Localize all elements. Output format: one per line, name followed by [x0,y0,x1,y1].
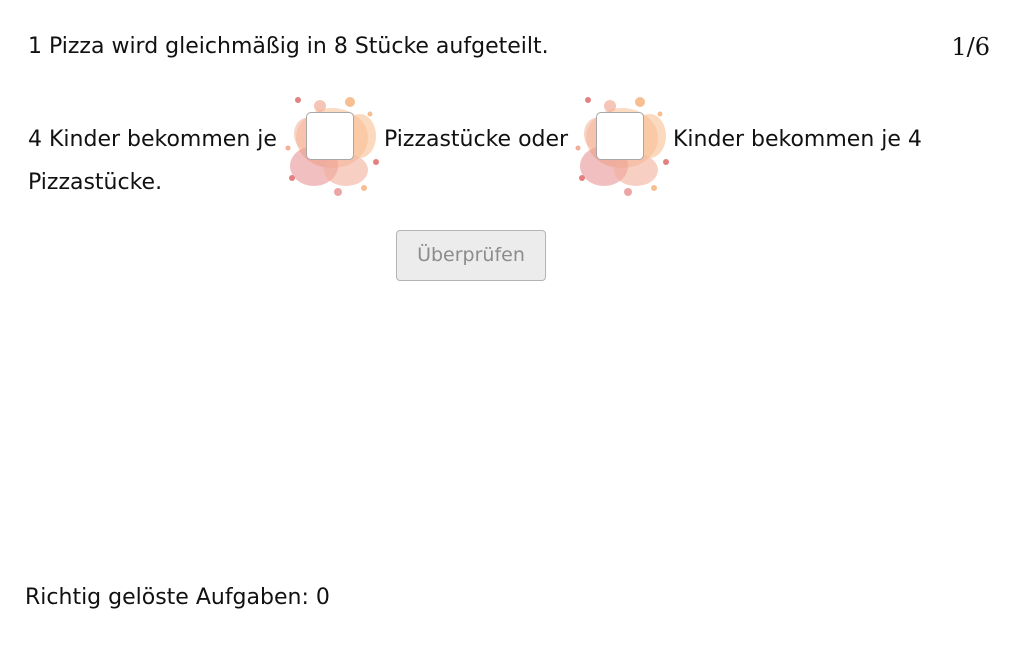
answer-blank-1-container [284,92,384,200]
score-text: Richtig gelöste Aufgaben: 0 [25,585,330,610]
question-text-part-3: Kinder bekommen je 4 [673,127,922,152]
check-answer-button[interactable]: Überprüfen [396,230,546,281]
answer-blank-2-input[interactable] [596,112,644,160]
task-counter: 1/6 [951,33,990,61]
task-intro-text: 1 Pizza wird gleichmäßig in 8 Stücke auf… [28,34,549,59]
answer-blank-1-input[interactable] [306,112,354,160]
question-text-part-4: Pizzastücke. [28,170,163,195]
answer-blank-2-container [574,92,674,200]
question-text-part-2: Pizzastücke oder [384,127,569,152]
question-text-part-1: 4 Kinder bekommen je [28,127,277,152]
task-header: 1 Pizza wird gleichmäßig in 8 Stücke auf… [28,30,990,64]
